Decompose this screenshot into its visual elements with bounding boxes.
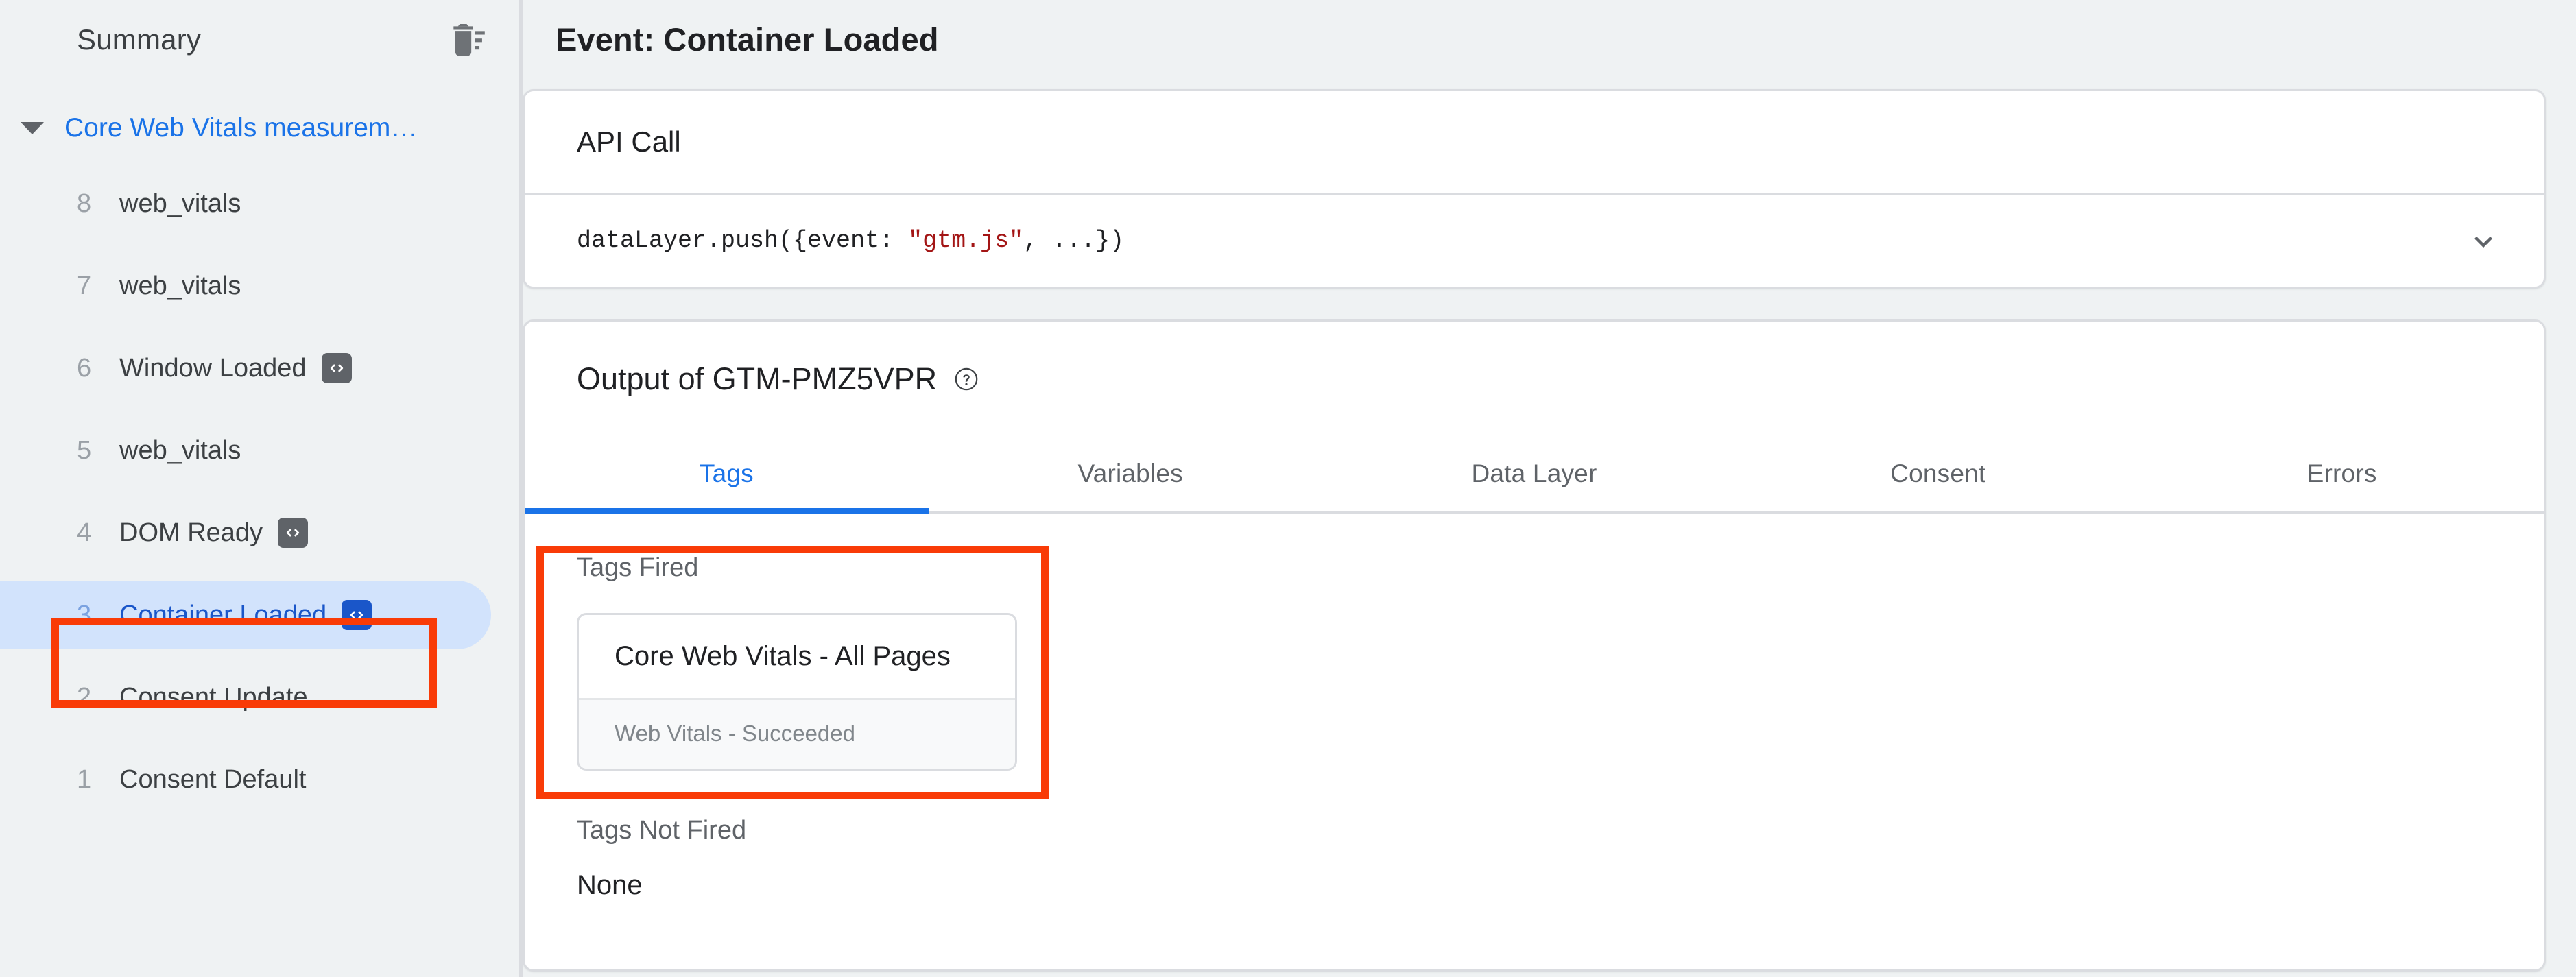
event-list: 8 web_vitals 7 web_vitals 6 Window Loade… [0, 162, 519, 821]
code-icon [342, 600, 372, 630]
event-label: web_vitals [119, 435, 241, 465]
api-call-code-row[interactable]: dataLayer.push({event: "gtm.js", ...}) [525, 195, 2544, 287]
event-index: 3 [77, 600, 92, 629]
code-icon [321, 353, 352, 383]
event-index: 7 [77, 271, 92, 300]
event-row[interactable]: 6 Window Loaded [0, 327, 519, 409]
selection-pill [0, 416, 491, 485]
main-panel: Event: Container Loaded API Call dataLay… [523, 0, 2576, 977]
output-card: Output of GTM-PMZ5VPR Tags Variables Dat… [523, 319, 2546, 972]
event-label: Container Loaded [119, 600, 327, 629]
event-index: 5 [77, 435, 92, 465]
event-row[interactable]: 1 Consent Default [0, 738, 519, 821]
gtm-preview-app: Summary Core Web Vitals measurem… 8 web_… [0, 0, 2576, 977]
page-title: Event: Container Loaded [556, 21, 939, 58]
event-index: 8 [77, 189, 92, 218]
tag-status: Web Vitals - Succeeded [579, 698, 1015, 769]
output-card-heading: Output of GTM-PMZ5VPR [577, 361, 938, 396]
tab-tags[interactable]: Tags [525, 437, 929, 514]
tag-name: Core Web Vitals - All Pages [579, 615, 1015, 698]
api-call-card: API Call dataLayer.push({event: "gtm.js"… [523, 89, 2546, 289]
tags-not-fired-value: None [577, 870, 643, 900]
event-label: web_vitals [119, 189, 241, 218]
event-index: 1 [77, 764, 92, 794]
tags-tab-panel: Tags Fired Core Web Vitals - All Pages W… [525, 514, 2544, 969]
event-label: Consent Default [119, 764, 307, 794]
tab-errors[interactable]: Errors [2140, 437, 2544, 511]
event-row[interactable]: 2 Consent Update [0, 656, 519, 738]
tags-not-fired-label: Tags Not Fired [577, 816, 747, 845]
delete-sweep-icon[interactable] [446, 19, 489, 61]
event-label: web_vitals [119, 271, 241, 300]
caret-down-icon [21, 122, 44, 134]
selection-pill [0, 252, 491, 320]
code-string: "gtm.js" [908, 227, 1024, 254]
event-index: 2 [77, 682, 92, 712]
event-label: Window Loaded [119, 353, 307, 383]
tab-data-layer[interactable]: Data Layer [1333, 437, 1737, 511]
output-tabs: Tags Variables Data Layer Consent Errors [525, 437, 2544, 514]
event-row[interactable]: 8 web_vitals [0, 162, 519, 245]
event-group-core-web-vitals[interactable]: Core Web Vitals measurem… [0, 98, 519, 158]
event-group-label: Core Web Vitals measurem… [64, 113, 418, 143]
event-index: 4 [77, 518, 92, 547]
api-call-code: dataLayer.push({event: "gtm.js", ...}) [577, 227, 1124, 254]
code-prefix: dataLayer.push({event: [577, 227, 909, 254]
sidebar-header: Summary [0, 0, 519, 79]
event-index: 6 [77, 353, 92, 383]
event-row[interactable]: 7 web_vitals [0, 245, 519, 327]
chevron-down-icon[interactable] [2466, 223, 2501, 258]
code-icon [278, 518, 309, 548]
api-call-heading: API Call [577, 125, 681, 158]
help-circle-icon[interactable] [953, 366, 979, 392]
tag-card[interactable]: Core Web Vitals - All Pages Web Vitals -… [577, 613, 1017, 771]
code-suffix: , ...}) [1023, 227, 1125, 254]
event-label: DOM Ready [119, 518, 263, 547]
tab-variables[interactable]: Variables [929, 437, 1333, 511]
event-row-container-loaded[interactable]: 3 Container Loaded [0, 574, 519, 656]
event-sidebar: Summary Core Web Vitals measurem… 8 web_… [0, 0, 523, 977]
tab-consent[interactable]: Consent [1736, 437, 2140, 511]
event-row[interactable]: 5 web_vitals [0, 409, 519, 492]
output-card-header: Output of GTM-PMZ5VPR [525, 322, 2544, 437]
event-label: Consent Update [119, 682, 308, 712]
selection-pill [0, 169, 491, 238]
tags-fired-label: Tags Fired [577, 553, 699, 582]
event-row[interactable]: 4 DOM Ready [0, 492, 519, 574]
summary-title: Summary [77, 23, 202, 56]
